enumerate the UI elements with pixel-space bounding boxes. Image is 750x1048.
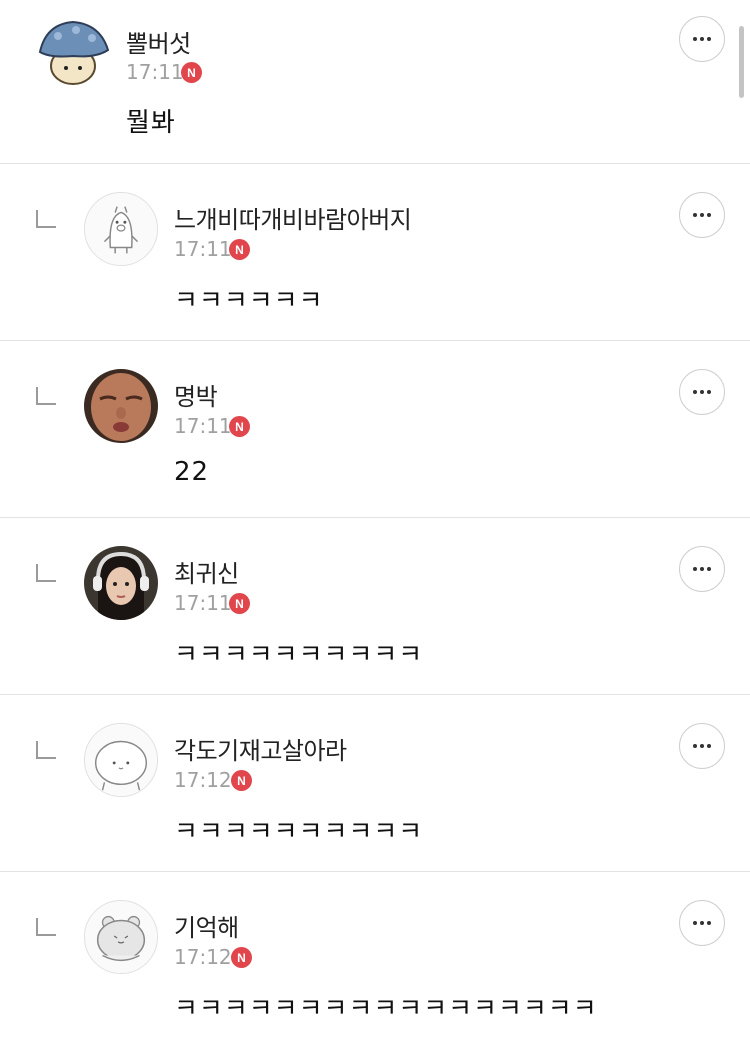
reply-item: 느개비따개비바람아버지 17:11 N ㅋㅋㅋㅋㅋㅋ — [0, 164, 750, 341]
more-options-icon[interactable] — [679, 16, 725, 62]
more-options-icon[interactable] — [679, 192, 725, 238]
more-options-icon[interactable] — [679, 723, 725, 769]
comment-time: 17:11 — [126, 60, 184, 84]
reply-item: 각도기재고살아라 17:12 N ㅋㅋㅋㅋㅋㅋㅋㅋㅋㅋ — [0, 695, 750, 872]
penguin-avatar[interactable] — [84, 192, 158, 266]
bear-avatar[interactable] — [84, 900, 158, 974]
comment-time: 17:12 — [174, 768, 232, 792]
new-badge: N — [231, 770, 252, 791]
comment-text: ㅋㅋㅋㅋㅋㅋㅋㅋㅋㅋ — [174, 817, 424, 847]
comment-time: 17:11 — [174, 237, 232, 261]
reply-indent-icon — [36, 564, 56, 582]
reply-indent-icon — [36, 918, 56, 936]
comment-nickname[interactable]: 뽈버섯 — [126, 24, 191, 59]
new-badge: N — [181, 62, 202, 83]
man-face-avatar[interactable] — [84, 369, 158, 443]
comment-text: ㅋㅋㅋㅋㅋㅋ — [174, 286, 324, 316]
comment-time: 17:11 — [174, 414, 232, 438]
new-badge: N — [229, 239, 250, 260]
new-badge: N — [229, 593, 250, 614]
comment-text: ㅋㅋㅋㅋㅋㅋㅋㅋㅋㅋ — [174, 640, 424, 670]
reply-indent-icon — [36, 387, 56, 405]
comment-item: 뽈버섯 17:11 N 뭘봐 — [0, 0, 750, 164]
new-badge: N — [229, 416, 250, 437]
comment-nickname[interactable]: 명박 — [174, 377, 218, 412]
reply-item: 기억해 17:12 N ㅋㅋㅋㅋㅋㅋㅋㅋㅋㅋㅋㅋㅋㅋㅋㅋㅋ — [0, 872, 750, 1048]
more-options-icon[interactable] — [679, 546, 725, 592]
reply-item: 최귀신 17:11 N ㅋㅋㅋㅋㅋㅋㅋㅋㅋㅋ — [0, 518, 750, 695]
comment-nickname[interactable]: 느개비따개비바람아버지 — [174, 200, 412, 235]
reply-item: 명박 17:11 N 22 — [0, 341, 750, 518]
blob-avatar[interactable] — [84, 723, 158, 797]
comment-nickname[interactable]: 각도기재고살아라 — [174, 731, 347, 766]
woman-headphones-avatar[interactable] — [84, 546, 158, 620]
comment-text: 22 — [174, 457, 210, 487]
scrollbar[interactable] — [739, 26, 744, 98]
comment-time: 17:12 — [174, 945, 232, 969]
reply-indent-icon — [36, 741, 56, 759]
comment-text: 뭘봐 — [126, 108, 176, 138]
comment-text: ㅋㅋㅋㅋㅋㅋㅋㅋㅋㅋㅋㅋㅋㅋㅋㅋㅋ — [174, 994, 598, 1024]
reply-indent-icon — [36, 210, 56, 228]
more-options-icon[interactable] — [679, 369, 725, 415]
comment-nickname[interactable]: 기억해 — [174, 908, 239, 943]
more-options-icon[interactable] — [679, 900, 725, 946]
comment-nickname[interactable]: 최귀신 — [174, 554, 239, 589]
mushroom-avatar[interactable] — [36, 14, 110, 88]
new-badge: N — [231, 947, 252, 968]
comment-time: 17:11 — [174, 591, 232, 615]
